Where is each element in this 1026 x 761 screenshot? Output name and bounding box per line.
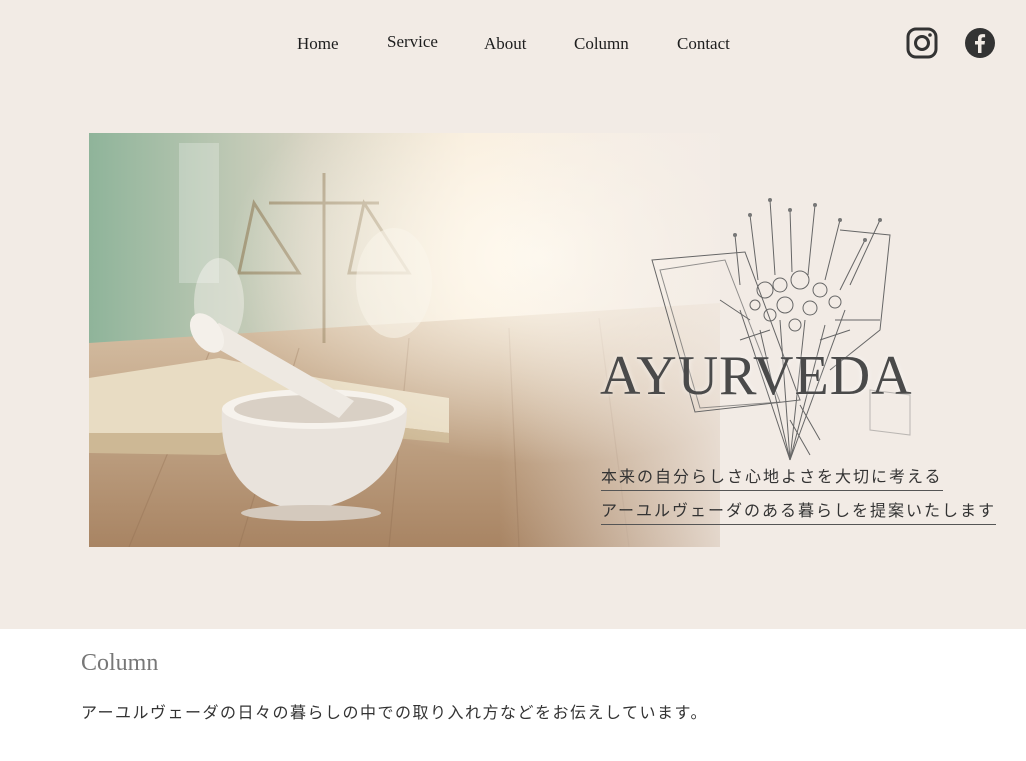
hero-tagline-2: アーユルヴェーダのある暮らしを提案いたします (601, 497, 997, 525)
hero-tagline-1: 本来の自分らしさ心地よさを大切に考える (601, 463, 943, 491)
hero-section: Home Service About Column Contact AYURVE… (0, 0, 1026, 629)
column-section-description: アーユルヴェーダの日々の暮らしの中での取り入れ方などをお伝えしています。 (81, 705, 708, 722)
column-section-title: Column (81, 650, 159, 676)
facebook-icon[interactable] (964, 27, 996, 59)
social-links (906, 27, 996, 59)
bouquet-illustration (640, 190, 930, 470)
main-nav: Home Service About Column Contact (0, 32, 1026, 62)
nav-contact[interactable]: Contact (677, 34, 730, 54)
nav-about[interactable]: About (484, 34, 527, 54)
hero-title: AYURVEDA (600, 345, 913, 407)
instagram-icon[interactable] (906, 27, 938, 59)
nav-home[interactable]: Home (297, 34, 339, 54)
nav-service[interactable]: Service (387, 32, 438, 52)
nav-column[interactable]: Column (574, 34, 629, 54)
